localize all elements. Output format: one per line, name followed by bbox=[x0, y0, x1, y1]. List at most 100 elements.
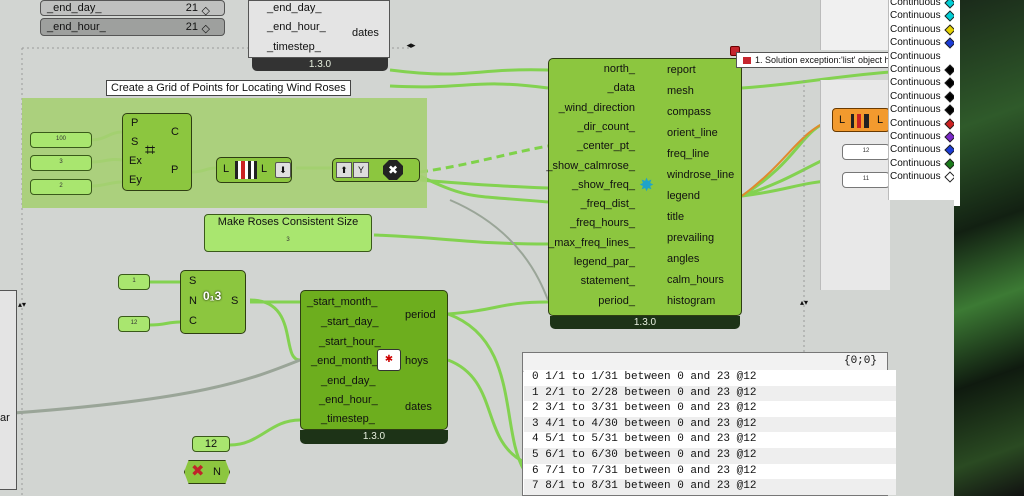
input-end-day: _end_day_ bbox=[267, 2, 322, 14]
legend-label: Continuous bbox=[890, 77, 941, 89]
input-ex: Ex bbox=[129, 155, 142, 167]
orange-component[interactable]: L L bbox=[832, 108, 890, 132]
zoom-toggle-icon[interactable]: ◂▸ bbox=[402, 40, 420, 54]
windrose-input: _dir_count_ bbox=[577, 120, 636, 133]
grid-panel-ex[interactable]: 3 bbox=[30, 155, 92, 171]
period-icon: ✱ bbox=[377, 349, 401, 371]
timestep-slider[interactable]: 12 bbox=[192, 436, 230, 452]
graft-icon[interactable]: Y bbox=[353, 162, 369, 178]
period-version: 1.3.0 bbox=[300, 430, 448, 444]
right-group-top[interactable] bbox=[820, 0, 890, 50]
input-timestep: _timestep_ bbox=[267, 41, 321, 53]
legend-row: Continuous bbox=[890, 36, 956, 49]
flatten-icon[interactable]: ⬆ bbox=[336, 162, 352, 178]
output-dates: dates bbox=[405, 401, 432, 413]
left-zoom-icon[interactable]: ▴▾ bbox=[18, 300, 28, 326]
slider-diamond-icon: ◇ bbox=[201, 23, 210, 35]
input-start-hour: _start_hour_ bbox=[319, 336, 381, 348]
windrose-output: histogram bbox=[667, 295, 716, 307]
relay-component[interactable]: ⬆ Y ✖ bbox=[332, 158, 420, 182]
legend-row: Continuous bbox=[890, 50, 941, 63]
legend-label: Continuous bbox=[890, 0, 941, 8]
windrose-right-zoom-icon[interactable]: ▴▾ bbox=[800, 298, 810, 324]
orange-input-label: L bbox=[839, 114, 846, 126]
consistent-size-panel[interactable]: Make Roses Consistent Size 3 bbox=[204, 214, 372, 252]
windrose-output: windrose_line bbox=[667, 169, 735, 181]
windrose-input: _wind_direction bbox=[558, 101, 635, 114]
legend-row: Continuous bbox=[890, 143, 956, 157]
legend-row: Continuous bbox=[890, 76, 956, 90]
windrose-output: legend bbox=[667, 190, 701, 202]
legend-row: Continuous bbox=[890, 157, 956, 170]
windrose-output: calm_hours bbox=[667, 274, 724, 286]
output-c: C bbox=[171, 126, 179, 138]
legend-label: Continuous bbox=[890, 131, 941, 142]
windrose-output: freq_line bbox=[667, 148, 710, 160]
series-start-panel[interactable]: 1 bbox=[118, 274, 150, 290]
end-day-slider[interactable]: _end_day_ 21 ◇ bbox=[40, 0, 225, 17]
top-period-component[interactable]: _end_day_ _end_hour_ _timestep_ dates bbox=[248, 0, 390, 58]
input-end-month: _end_month_ bbox=[311, 355, 379, 367]
right-panel-11[interactable]: 11 bbox=[842, 172, 890, 188]
windrose-input: statement_ bbox=[580, 275, 635, 288]
output-period: period bbox=[405, 309, 436, 321]
grid-group-title: Create a Grid of Points for Locating Win… bbox=[106, 80, 351, 96]
windrose-input: _freq_hours_ bbox=[570, 217, 635, 230]
list-input-l: L bbox=[223, 163, 230, 175]
input-end-day: _end_day_ bbox=[321, 375, 376, 387]
integer-param[interactable]: ✖ N bbox=[184, 460, 230, 484]
right-panel-12[interactable]: 12 bbox=[842, 144, 890, 160]
input-s: S bbox=[189, 275, 197, 287]
input-end-hour: _end_hour_ bbox=[319, 394, 378, 406]
legend-label: Continuous bbox=[890, 104, 941, 116]
panel-title: Make Roses Consistent Size bbox=[217, 216, 359, 228]
error-icon bbox=[743, 57, 751, 65]
left-edge-component[interactable]: ar bbox=[0, 290, 17, 490]
input-end-hour: _end_hour_ bbox=[267, 21, 326, 33]
series-component[interactable]: S N C S 0₁3 bbox=[180, 270, 246, 334]
background-panel-white bbox=[954, 0, 960, 206]
list-output-l: L bbox=[261, 163, 268, 175]
list-expand-icon[interactable]: ⬇ bbox=[275, 162, 291, 178]
input-ey: Ey bbox=[129, 174, 142, 186]
input-timestep: _timestep_ bbox=[321, 413, 375, 425]
legend-row: Continuous bbox=[890, 0, 956, 9]
square-grid-component[interactable]: P S Ex Ey C P ⌗ bbox=[122, 113, 192, 191]
legend-label: Continuous bbox=[890, 10, 941, 22]
list-item-component[interactable]: L L ⬇ bbox=[216, 157, 292, 183]
legend-label: Continuous bbox=[890, 23, 941, 35]
legend-label: Continuous bbox=[890, 157, 941, 169]
end-hour-slider[interactable]: _end_hour_ 21 ◇ bbox=[40, 18, 225, 36]
windrose-output: orient_line bbox=[667, 127, 718, 139]
legend-label: Continuous bbox=[890, 90, 941, 102]
grid-icon: ⌗ bbox=[145, 140, 156, 160]
table-row: 1 2/1 to 2/28 between 0 and 23 @12 bbox=[524, 385, 896, 402]
background-foliage-image bbox=[954, 0, 1024, 496]
panel-path: {0;0} bbox=[843, 355, 877, 367]
series-icon: 0₁3 bbox=[203, 289, 222, 303]
series-count-panel[interactable]: 12 bbox=[118, 316, 150, 332]
grid-panel-ey[interactable]: 2 bbox=[30, 179, 92, 195]
windrose-input: _data bbox=[607, 82, 635, 95]
table-row: 7 8/1 to 8/31 between 0 and 23 @12 bbox=[524, 479, 896, 495]
windrose-component[interactable]: ✸ north_ _data _wind_direction _dir_count_ _… bbox=[546, 58, 742, 316]
grid-panel-spacing[interactable]: 100 bbox=[30, 132, 92, 148]
analysis-period-component[interactable]: _start_month_ _start_day_ _start_hour_ _… bbox=[300, 290, 448, 430]
legend-label: Continuous bbox=[890, 37, 941, 49]
output-s: S bbox=[231, 295, 239, 307]
windrose-input: _center_pt_ bbox=[576, 140, 635, 153]
cull-icon: ✖ bbox=[383, 160, 403, 180]
table-row: 3 4/1 to 4/30 between 0 and 23 @12 bbox=[524, 416, 896, 433]
output-p: P bbox=[171, 164, 179, 176]
list-icon bbox=[235, 161, 257, 179]
param-error-icon: ✖ bbox=[191, 463, 205, 480]
windrose-output: report bbox=[667, 64, 696, 76]
windrose-input: north_ bbox=[603, 63, 635, 75]
slider-label: _end_day_ bbox=[47, 2, 102, 14]
orange-output-label: L bbox=[877, 114, 884, 126]
windrose-input: _freq_dist_ bbox=[580, 198, 635, 211]
windrose-output: prevailing bbox=[667, 232, 715, 244]
slider-value: 12 bbox=[204, 438, 218, 450]
legend-label: Continuous bbox=[890, 50, 941, 62]
legend-row: Continuous bbox=[890, 130, 956, 143]
